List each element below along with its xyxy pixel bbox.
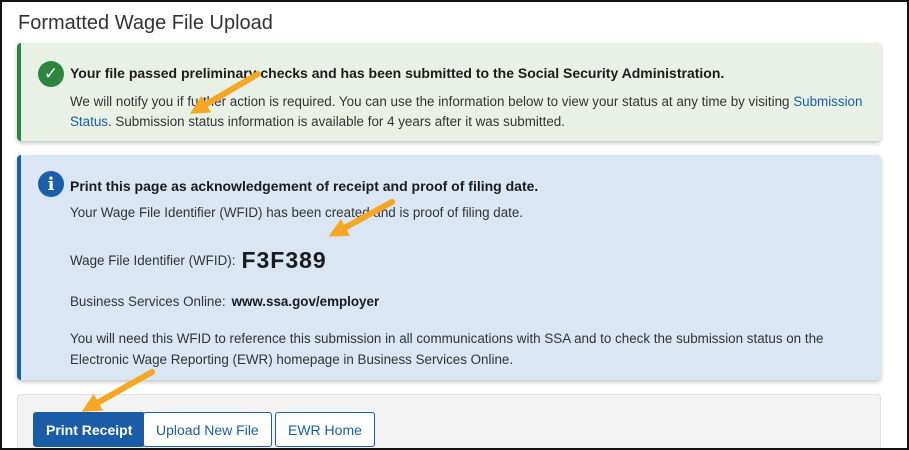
info-circle-icon: i [38, 171, 64, 197]
bso-url: www.ssa.gov/employer [231, 294, 380, 309]
bso-row: Business Services Online: www.ssa.gov/emp… [70, 294, 379, 309]
wfid-value: F3F389 [241, 247, 327, 273]
bso-label: Business Services Online: [70, 294, 226, 309]
success-alert-body: We will notify you if further action is … [70, 92, 870, 132]
page-title: Formatted Wage File Upload [18, 12, 273, 34]
wfid-usage-note: You will need this WFID to reference thi… [70, 331, 824, 367]
wfid-row: Wage File Identifier (WFID): F3F389 [70, 247, 327, 274]
upload-new-file-button[interactable]: Upload New File [143, 412, 272, 447]
success-alert-heading: Your file passed preliminary checks and … [70, 65, 725, 81]
info-alert-heading: Print this page as acknowledgement of re… [70, 178, 539, 194]
wfid-created-text: Your Wage File Identifier (WFID) has bee… [70, 205, 524, 220]
ewr-home-button[interactable]: EWR Home [275, 412, 375, 447]
wfid-label: Wage File Identifier (WFID): [70, 253, 236, 268]
success-alert-text-start: We will notify you if further action is … [70, 94, 794, 109]
success-alert: ✓ Your file passed preliminary checks an… [17, 43, 881, 141]
action-bar: Print Receipt Upload New File EWR Home [17, 394, 881, 448]
screenshot-frame: Formatted Wage File Upload ✓ Your file p… [0, 0, 909, 450]
print-receipt-button[interactable]: Print Receipt [33, 412, 146, 447]
info-alert: i Print this page as acknowledgement of … [17, 155, 881, 380]
check-circle-icon: ✓ [38, 61, 64, 87]
success-alert-text-end: . Submission status information is avail… [107, 114, 565, 129]
